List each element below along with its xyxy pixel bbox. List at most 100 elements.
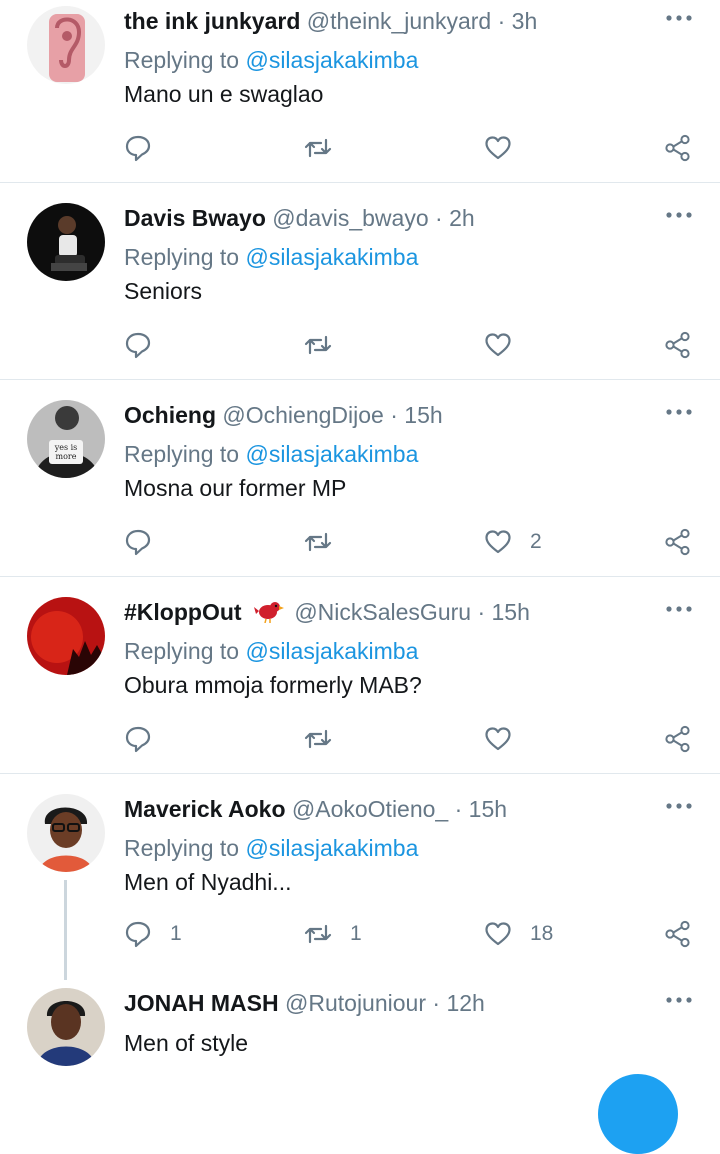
like-button[interactable]	[484, 131, 530, 165]
tweet-text: Men of style	[124, 1030, 248, 1056]
replying-to-handle[interactable]: @silasjakakimba	[245, 47, 418, 73]
divider	[0, 576, 720, 577]
more-icon[interactable]	[664, 599, 694, 619]
avatar[interactable]	[27, 6, 105, 84]
like-button[interactable]: 18	[484, 917, 553, 951]
avatar-person-image	[27, 794, 105, 872]
avatar[interactable]	[27, 597, 105, 675]
share-icon	[665, 725, 690, 753]
tweet-text: Men of Nyadhi...	[124, 869, 292, 895]
reply-button[interactable]: 1	[124, 917, 182, 951]
timestamp[interactable]: 2h	[449, 205, 475, 231]
timestamp[interactable]: 15h	[469, 796, 507, 822]
reply-icon	[125, 135, 151, 162]
like-button[interactable]	[484, 722, 530, 756]
replying-to: Replying to @silasjakakimba	[124, 636, 418, 666]
tweet[interactable]: JONAH MASH @Rutojuniour · 12h Men of sty…	[0, 982, 720, 1080]
share-button[interactable]	[664, 131, 692, 165]
avatar-fire-image	[27, 597, 105, 675]
dot-separator: ·	[477, 599, 486, 625]
dot-separator: ·	[497, 8, 506, 34]
avatar-person-image	[27, 203, 105, 281]
replying-to-label: Replying to	[124, 47, 240, 73]
share-button[interactable]	[664, 917, 692, 951]
replying-to-handle[interactable]: @silasjakakimba	[245, 244, 418, 270]
replying-to-label: Replying to	[124, 835, 240, 861]
handle[interactable]: @AokoOtieno_	[292, 796, 448, 822]
timestamp[interactable]: 3h	[512, 8, 538, 34]
more-icon[interactable]	[664, 205, 694, 225]
tweet-actions	[0, 722, 720, 756]
avatar[interactable]	[27, 794, 105, 872]
heart-icon	[485, 136, 511, 160]
reply-icon	[125, 921, 151, 948]
share-icon	[665, 920, 690, 948]
share-button[interactable]	[664, 525, 692, 559]
dot-separator: ·	[435, 205, 443, 231]
reply-button[interactable]	[124, 131, 170, 165]
tweet-header: Davis Bwayo @davis_bwayo · 2h	[124, 203, 475, 233]
reply-icon	[125, 332, 151, 359]
display-name[interactable]: Davis Bwayo	[124, 205, 266, 231]
tweet-header: the ink junkyard @theink_junkyard · 3h	[124, 6, 537, 36]
retweet-button[interactable]: 1	[304, 917, 362, 951]
reply-count: 1	[170, 922, 182, 945]
display-name[interactable]: JONAH MASH	[124, 990, 279, 1016]
reply-button[interactable]	[124, 328, 170, 362]
share-icon	[665, 528, 690, 556]
tweet[interactable]: Davis Bwayo @davis_bwayo · 2h Replying t…	[0, 197, 720, 379]
retweet-icon	[304, 532, 332, 552]
timestamp[interactable]: 15h	[492, 599, 530, 625]
dot-separator: ·	[454, 796, 463, 822]
like-button[interactable]	[484, 328, 530, 362]
tweet[interactable]: the ink junkyard @theink_junkyard · 3h R…	[0, 0, 720, 182]
compose-tweet-button[interactable]	[598, 1074, 678, 1154]
divider	[0, 773, 720, 774]
handle[interactable]: @theink_junkyard	[307, 8, 491, 34]
share-icon	[665, 331, 690, 359]
avatar[interactable]: yes is more	[27, 400, 105, 478]
replying-to: Replying to @silasjakakimba	[124, 439, 418, 469]
tweet-actions: 2	[0, 525, 720, 559]
display-name[interactable]: the ink junkyard	[124, 8, 300, 34]
display-name[interactable]: Ochieng	[124, 402, 216, 428]
handle[interactable]: @NickSalesGuru	[294, 599, 471, 625]
replying-to-handle[interactable]: @silasjakakimba	[245, 638, 418, 664]
tweet[interactable]: #KloppOut @NickSalesGuru · 15h Replying …	[0, 591, 720, 773]
tweet-header: Maverick Aoko @AokoOtieno_ · 15h	[124, 794, 507, 824]
more-icon[interactable]	[664, 8, 694, 28]
tweet[interactable]: yes is more Ochieng @OchiengDijoe · 15h …	[0, 394, 720, 576]
like-button[interactable]: 2	[484, 525, 542, 559]
retweet-button[interactable]	[304, 722, 350, 756]
display-name[interactable]: #KloppOut	[124, 599, 242, 625]
avatar[interactable]	[27, 203, 105, 281]
avatar[interactable]	[27, 988, 105, 1066]
dot-separator: ·	[390, 402, 398, 428]
replying-to-label: Replying to	[124, 244, 240, 270]
reply-button[interactable]	[124, 722, 170, 756]
divider	[0, 379, 720, 380]
share-button[interactable]	[664, 722, 692, 756]
retweet-button[interactable]	[304, 525, 350, 559]
timestamp[interactable]: 15h	[404, 402, 442, 428]
thread-connector-line	[64, 880, 67, 980]
share-icon	[665, 134, 690, 162]
retweet-button[interactable]	[304, 328, 350, 362]
retweet-icon	[304, 335, 332, 355]
share-button[interactable]	[664, 328, 692, 362]
tweet-text: Seniors	[124, 278, 202, 304]
display-name[interactable]: Maverick Aoko	[124, 796, 286, 822]
heart-icon	[485, 727, 511, 751]
handle[interactable]: @OchiengDijoe	[222, 402, 383, 428]
handle[interactable]: @davis_bwayo	[272, 205, 428, 231]
reply-button[interactable]	[124, 525, 170, 559]
more-icon[interactable]	[664, 796, 694, 816]
timestamp[interactable]: 12h	[446, 990, 484, 1016]
tweet[interactable]: Maverick Aoko @AokoOtieno_ · 15h Replyin…	[0, 788, 720, 970]
replying-to-handle[interactable]: @silasjakakimba	[245, 835, 418, 861]
retweet-button[interactable]	[304, 131, 350, 165]
replying-to-handle[interactable]: @silasjakakimba	[245, 441, 418, 467]
more-icon[interactable]	[664, 990, 694, 1010]
more-icon[interactable]	[664, 402, 694, 422]
handle[interactable]: @Rutojuniour	[285, 990, 426, 1016]
